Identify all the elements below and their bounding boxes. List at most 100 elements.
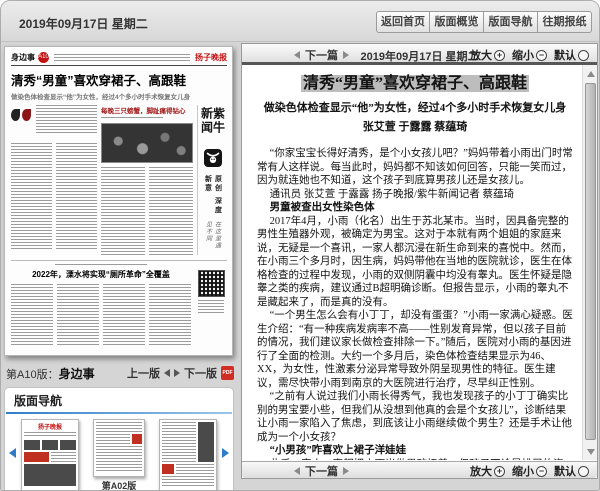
bottom-article-columns: 2022年，溧水将实现“厕所革命”全覆盖 — [11, 264, 191, 356]
thumbnail-image: 扬子晚报 — [21, 419, 79, 491]
article-subtitle: 做染色体检查显示“他”为女性，经过4个多小时手术恢复女儿身 — [257, 99, 573, 115]
next-article-arrow-icon[interactable] — [343, 51, 349, 59]
next-page-button[interactable]: 下一版 — [184, 365, 217, 381]
next-page-arrow-icon[interactable] — [174, 369, 180, 377]
pdf-download-icon[interactable]: PDF — [221, 366, 234, 380]
prev-article-arrow-icon[interactable] — [294, 467, 300, 475]
home-button[interactable]: 返回首页 — [376, 11, 430, 33]
prev-article-arrow-icon[interactable] — [294, 51, 300, 59]
next-article-button-bottom[interactable]: 下一篇 — [294, 463, 349, 479]
newsprint-columns — [11, 284, 191, 346]
zoom-out-icon: − — [536, 466, 547, 477]
prev-page-button[interactable]: 上一版 — [127, 365, 160, 381]
page-thumbnail-strip: 扬子晚报 第A01版 第A02版 — [5, 414, 233, 491]
scroll-right-arrow-icon[interactable] — [222, 448, 229, 458]
article-reader-panel: 下一篇 2019年09月17日 星期二 放大+ 缩小− 默认 清秀“男童”喜欢穿… — [241, 43, 598, 479]
zoom-out-label: 缩小 — [512, 47, 534, 63]
article-scrollbar[interactable] — [582, 65, 597, 460]
thumb-text — [96, 422, 142, 432]
next-article-button-top[interactable]: 下一篇 — [294, 47, 349, 63]
newspaper-section-label: 身边事 — [11, 52, 35, 63]
zoom-in-icon: + — [494, 466, 505, 477]
qr-code — [198, 270, 225, 297]
reader-date: 2019年09月17日 星期二 — [361, 48, 479, 64]
crab-article-subhead — [101, 117, 163, 120]
zoom-default-label: 默认 — [554, 463, 576, 479]
crab-article: 每晚三只螃蟹，脚趾痛得钻心 — [97, 105, 193, 255]
scroll-left-arrow-icon[interactable] — [9, 448, 16, 458]
zoom-default-button[interactable]: 默认 — [554, 47, 589, 63]
page-prev-next-nav: 上一版 下一版 PDF — [127, 365, 234, 381]
page-navigator-panel: 版面导航 扬子晚报 第A01版 第A02版 — [4, 387, 234, 491]
newspaper-page-header: 身边事 A10 扬子晚报 — [11, 52, 227, 66]
newsprint-text-column — [149, 284, 191, 346]
zoom-controls-bottom: 放大+ 缩小− 默认 — [470, 463, 589, 479]
bull-logo-icon — [204, 149, 222, 172]
scroll-down-arrow-icon[interactable] — [583, 444, 597, 458]
article-paragraph: 此后，家人一直都把小雨当做男孩抚养，但孩子不论是排尿的姿势，还是对服饰和玩具的喜… — [257, 458, 573, 461]
newspaper-body-region: 每晚三只螃蟹，脚趾痛得钻心 紫牛新闻 原创 深度 新意 在这里遇见不同 — [11, 105, 227, 255]
thumbnail-page-a02[interactable]: 第A02版 — [93, 419, 145, 491]
article-content-area: 清秀“男童”喜欢穿裙子、高跟鞋 做染色体检查显示“他”为女性，经过4个多小时手术… — [242, 65, 597, 460]
zoom-out-button[interactable]: 缩小− — [512, 47, 547, 63]
article-body: “你家宝宝长得好清秀，是个小女孩儿吧？”妈妈带着小雨出门时常常有人这样说。每当此… — [257, 147, 573, 460]
thumb-red-row — [96, 434, 142, 444]
ziniu-banner-slogan: 原创 深度 新意 — [203, 175, 223, 218]
newspaper-page-image[interactable]: 身边事 A10 扬子晚报 清秀“男童”喜欢穿裙子、高跟鞋 做染色体检查显示“他”… — [4, 46, 233, 356]
article-paragraph: “一个男生怎么会有小丁丁，却没有蛋蛋？”小雨一家满心疑惑。医生介绍：“有一种疾病… — [257, 309, 573, 390]
newsprint-columns — [101, 167, 193, 255]
zoom-in-label: 放大 — [470, 463, 492, 479]
newsprint-text-column — [103, 284, 145, 346]
scrollbar-thumb[interactable] — [585, 83, 596, 440]
epaper-reader-window: 2019年09月17日 星期二 返回首页 版面概览 版面导航 往期报纸 身边事 … — [0, 0, 600, 491]
newspaper-masthead: 扬子晚报 — [195, 52, 227, 63]
next-article-label: 下一篇 — [305, 47, 338, 63]
pull-quote-block — [11, 105, 97, 139]
thumbnail-masthead-text: 扬子晚报 — [24, 422, 76, 431]
page-navigator-title: 版面导航 — [5, 388, 233, 412]
bottom-article-headline: 2022年，溧水将实现“厕所革命”全覆盖 — [11, 269, 191, 280]
toilet-revolution-article: 2022年，溧水将实现“厕所革命”全覆盖 — [11, 260, 227, 356]
scroll-up-arrow-icon[interactable] — [583, 67, 597, 81]
current-page-bar: 第A10版：身边事 上一版 下一版 PDF — [4, 362, 234, 384]
ziniu-banner-title: 紫牛新闻 — [201, 107, 225, 146]
newspaper-left-columns — [11, 105, 97, 255]
zoom-default-icon — [578, 50, 589, 61]
next-article-arrow-icon[interactable] — [343, 467, 349, 475]
article-section-subhead: 男童被查出女性染色体 — [257, 201, 573, 215]
thumbnail-image — [159, 419, 217, 491]
zoom-in-icon: + — [494, 50, 505, 61]
zoom-in-button[interactable]: 放大+ — [470, 463, 505, 479]
thumbnail-label: 第A02版 — [102, 479, 137, 491]
top-toolbar: 2019年09月17日 星期二 返回首页 版面概览 版面导航 往期报纸 — [1, 1, 599, 42]
article-section-subhead: “小男孩”咋喜欢上裙子洋娃娃 — [257, 444, 573, 458]
thumbnail-page-a03[interactable]: 第A03版 — [159, 419, 217, 491]
zoom-in-button[interactable]: 放大+ — [470, 47, 505, 63]
newspaper-subheadline: 做染色体检查显示“他”为女性，经过4个多小时手术恢复女儿身 — [11, 91, 227, 101]
thumb-photo — [24, 464, 76, 486]
past-issues-button[interactable]: 往期报纸 — [538, 11, 592, 33]
article-title-text: 清秀“男童”喜欢穿裙子、高跟鞋 — [301, 75, 529, 92]
thumbnail-page-a01[interactable]: 扬子晚报 第A01版 — [21, 419, 79, 491]
page-overview-button[interactable]: 版面概览 — [430, 11, 484, 33]
zoom-in-label: 放大 — [470, 47, 492, 63]
thumb-photo — [198, 422, 214, 462]
zoom-out-button[interactable]: 缩小− — [512, 463, 547, 479]
crab-photo — [101, 123, 193, 163]
zoom-default-button[interactable]: 默认 — [554, 463, 589, 479]
article-paragraph: “你家宝宝长得好清秀，是个小女孩儿吧？”妈妈带着小雨出门时常常有人这样说。每当此… — [257, 147, 573, 188]
toolbar-button-group: 返回首页 版面概览 版面导航 往期报纸 — [376, 11, 592, 33]
article-paragraph: “之前有人说过我们小雨长得秀气，我也发现孩子的小丁丁确实比别的男宝要小些，但我们… — [257, 390, 573, 444]
prev-page-arrow-icon[interactable] — [164, 369, 170, 377]
thumb-text — [162, 422, 196, 462]
current-page-label: 第A10版：身边事 — [6, 365, 95, 382]
next-article-label: 下一篇 — [305, 463, 338, 479]
page-section-text: 身边事 — [59, 367, 95, 381]
page-navigation-button[interactable]: 版面导航 — [484, 11, 538, 33]
newsprint-text-column — [101, 167, 145, 255]
newsprint-text-column — [11, 143, 52, 251]
thumb-red-row — [24, 452, 76, 462]
newsprint-text-column — [11, 284, 53, 346]
zoom-default-label: 默认 — [554, 47, 576, 63]
zoom-default-icon — [578, 466, 589, 477]
